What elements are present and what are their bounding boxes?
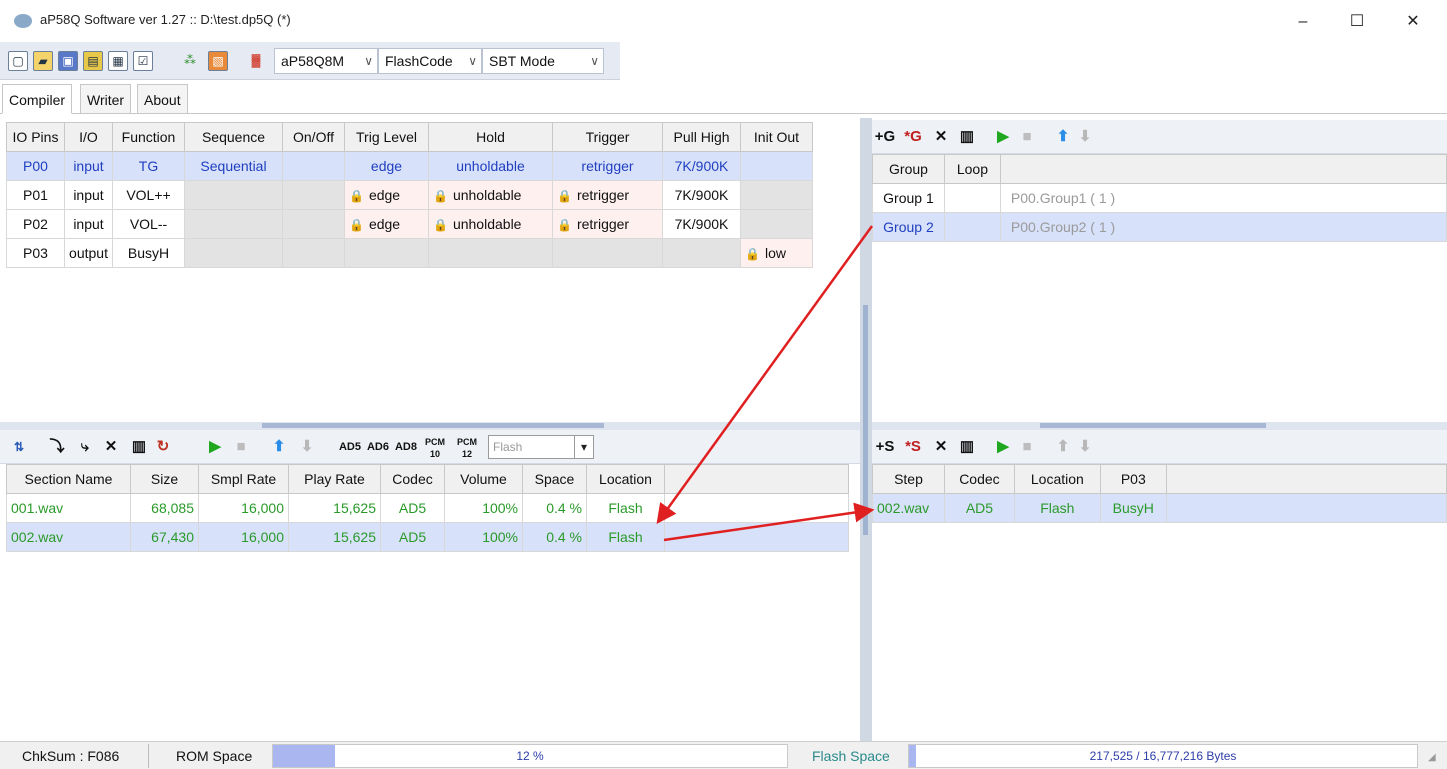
tab-compiler[interactable]: Compiler (2, 84, 73, 114)
arrow-group-to-section (656, 225, 874, 525)
flash-space-bar: 217,525 / 16,777,216 Bytes (908, 744, 1418, 768)
arrow-section-to-step (663, 502, 875, 542)
flash-space-label: Flash Space (812, 748, 890, 764)
flash-space-value: 217,525 / 16,777,216 Bytes (1089, 749, 1237, 763)
rom-space-percent: 12 % (516, 749, 544, 763)
checksum-label: ChkSum : F086 (22, 748, 120, 764)
resize-grip-icon[interactable]: ◢ (1428, 752, 1436, 763)
rom-space-label: ROM Space (176, 748, 253, 764)
annotation-arrows (656, 225, 875, 542)
divider (148, 744, 149, 768)
rom-space-bar: 12 % (272, 744, 788, 768)
